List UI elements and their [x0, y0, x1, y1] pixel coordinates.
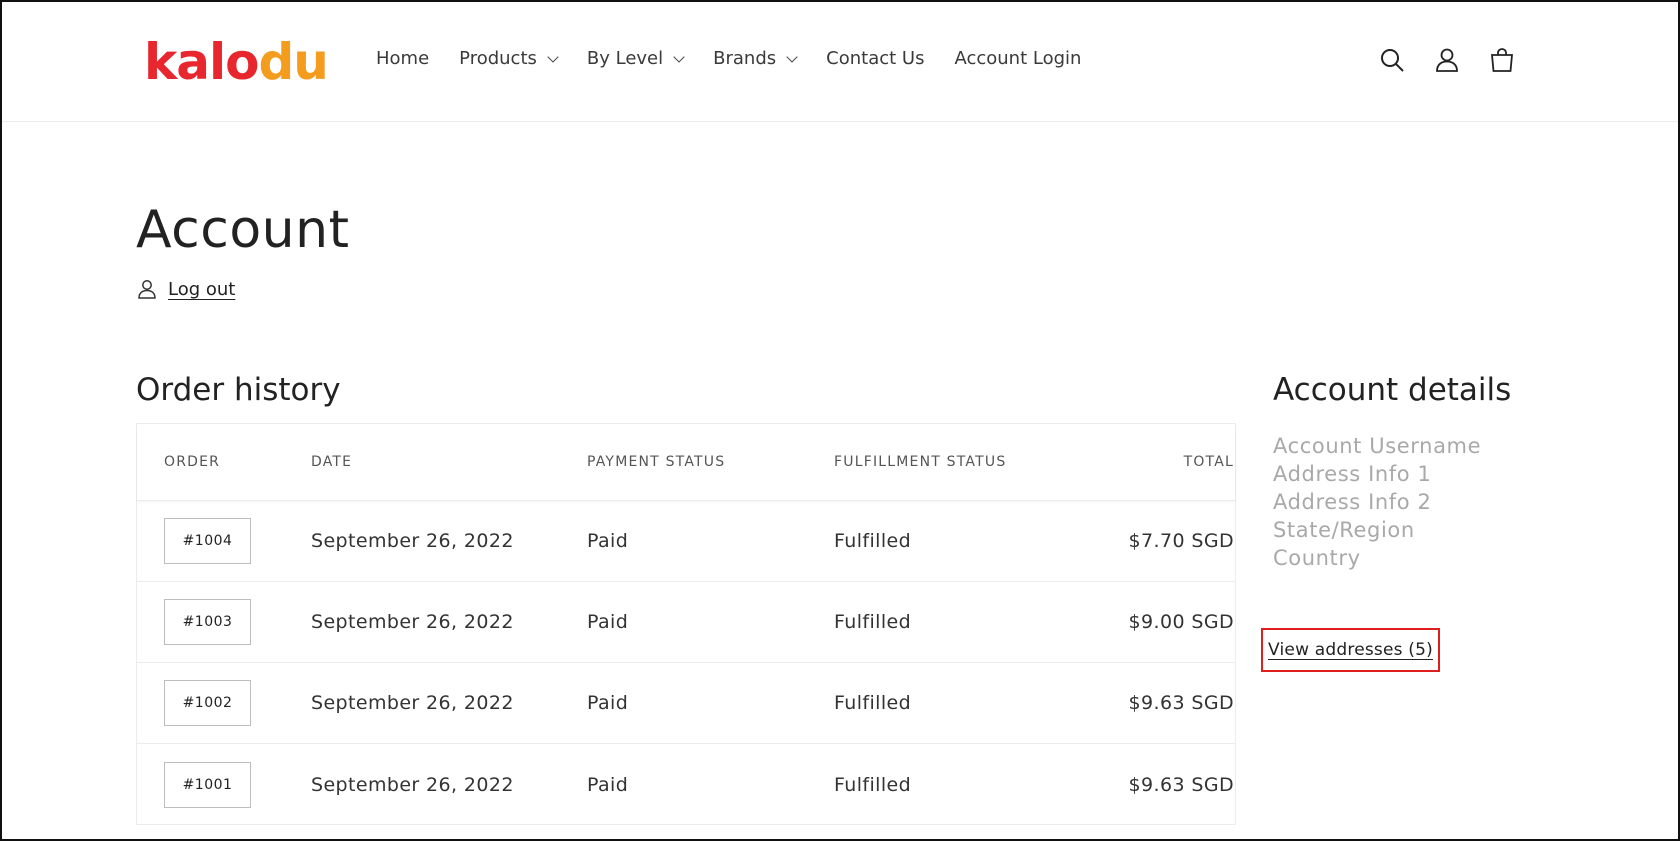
fulfillment-status: Fulfilled: [834, 611, 912, 633]
nav-contact-us-label: Contact Us: [826, 48, 925, 69]
order-link-button[interactable]: #1003: [164, 599, 251, 645]
fulfillment-status: Fulfilled: [834, 773, 912, 796]
table-row: #1004 September 26, 2022 Paid Fulfilled …: [137, 501, 1235, 582]
logo-text-part1: kalo: [144, 33, 259, 91]
nav-by-level[interactable]: By Level: [586, 48, 685, 69]
cart-button[interactable]: [1484, 42, 1520, 78]
order-total: $9.00 SGD: [1128, 611, 1234, 633]
order-date: September 26, 2022: [311, 773, 514, 796]
view-addresses-highlight: View addresses (5): [1261, 628, 1440, 672]
payment-status: Paid: [587, 530, 629, 552]
chevron-down-icon: [547, 50, 559, 63]
page-title: Account: [136, 200, 350, 260]
nav-brands[interactable]: Brands: [713, 48, 798, 69]
order-history-table: ORDER DATE PAYMENT STATUS FULFILLMENT ST…: [136, 423, 1236, 825]
fulfillment-status: Fulfilled: [834, 530, 912, 552]
fulfillment-status: Fulfilled: [834, 692, 912, 714]
account-icon: [1436, 48, 1458, 72]
nav-account-login[interactable]: Account Login: [954, 48, 1081, 69]
payment-status: Paid: [587, 773, 629, 796]
order-date: September 26, 2022: [311, 692, 514, 714]
table-row: #1002 September 26, 2022 Paid Fulfilled …: [137, 663, 1235, 744]
table-header: ORDER DATE PAYMENT STATUS FULFILLMENT ST…: [137, 424, 1235, 501]
col-header-fulfillment-status: FULFILLMENT STATUS: [834, 454, 1007, 470]
table-row: #1001 September 26, 2022 Paid Fulfilled …: [137, 744, 1235, 825]
search-icon: [1381, 49, 1404, 72]
view-addresses-link[interactable]: View addresses (5): [1268, 640, 1433, 660]
logout-link[interactable]: Log out: [168, 279, 235, 300]
table-row: #1003 September 26, 2022 Paid Fulfilled …: [137, 582, 1235, 663]
order-link-button[interactable]: #1001: [164, 761, 251, 808]
col-header-payment-status: PAYMENT STATUS: [587, 454, 726, 470]
nav-brands-label: Brands: [713, 48, 777, 69]
nav-home[interactable]: Home: [376, 48, 429, 69]
nav-account-login-label: Account Login: [954, 48, 1082, 69]
chevron-down-icon: [673, 50, 685, 63]
nav-home-label: Home: [376, 48, 430, 69]
address-info-2: Address Info 2: [1273, 490, 1432, 514]
account-details-title: Account details: [1273, 372, 1512, 408]
user-icon: [138, 280, 156, 299]
col-header-total: TOTAL: [1183, 454, 1234, 470]
account-button[interactable]: [1429, 42, 1465, 78]
order-link-button[interactable]: #1004: [164, 518, 251, 564]
order-link-button[interactable]: #1002: [164, 680, 251, 726]
chevron-down-icon: [786, 50, 798, 63]
nav-contact-us[interactable]: Contact Us: [826, 48, 924, 69]
nav-by-level-label: By Level: [586, 48, 664, 69]
col-header-order: ORDER: [164, 454, 221, 470]
main-nav: Home Products By Level Brands Contact Us…: [376, 48, 1111, 69]
payment-status: Paid: [587, 611, 629, 633]
logout-row: Log out: [136, 278, 235, 300]
header-icons: [1374, 42, 1539, 78]
order-date: September 26, 2022: [311, 530, 514, 552]
site-header: kalodu Home Products By Level Brands Con…: [2, 2, 1678, 122]
nav-products[interactable]: Products: [459, 48, 559, 69]
order-total: $9.63 SGD: [1128, 692, 1234, 714]
country: Country: [1273, 546, 1361, 570]
payment-status: Paid: [587, 692, 629, 714]
order-total: $9.63 SGD: [1128, 773, 1234, 796]
nav-products-label: Products: [459, 48, 537, 69]
cart-icon: [1491, 48, 1513, 72]
search-button[interactable]: [1374, 42, 1410, 78]
account-details-info: Account Username Address Info 1 Address …: [1273, 432, 1481, 572]
order-total: $7.70 SGD: [1128, 530, 1234, 552]
account-username: Account Username: [1273, 434, 1482, 458]
order-date: September 26, 2022: [311, 611, 514, 633]
kalodu-logo[interactable]: kalodu: [144, 32, 329, 92]
address-info-1: Address Info 1: [1273, 462, 1432, 486]
state-region: State/Region: [1273, 518, 1415, 542]
logo-text-part2: du: [258, 33, 328, 91]
order-history-title: Order history: [136, 372, 341, 408]
col-header-date: DATE: [311, 454, 353, 470]
